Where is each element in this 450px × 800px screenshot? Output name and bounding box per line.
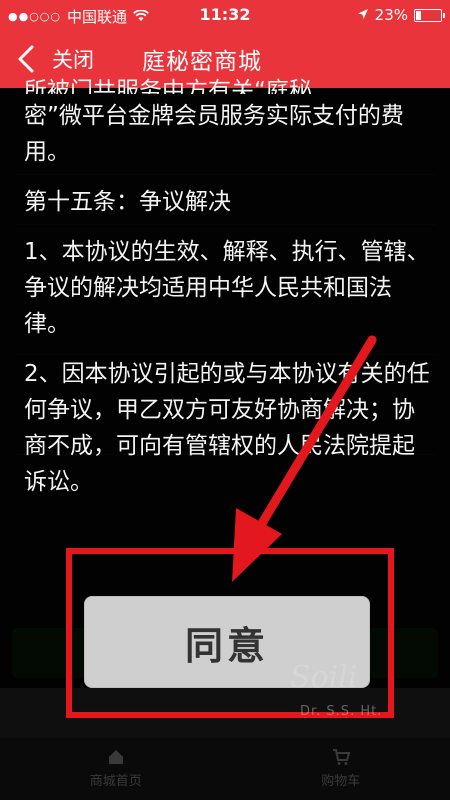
- battery-fill: [416, 10, 421, 20]
- status-bar: ●●○○○ 中国联通 11:32 23%: [0, 0, 450, 30]
- chevron-left-icon: [18, 45, 34, 73]
- home-icon: [108, 750, 123, 764]
- battery-percent: 23%: [374, 6, 408, 24]
- page-title: 庭秘密商城: [142, 49, 262, 75]
- bottom-tab-bar: 商城首页 购物车: [0, 738, 450, 800]
- watermark: Soili: [290, 660, 358, 695]
- terms-paragraph: 1、本协议的生效、解释、执行、管辖、争议的解决均适用中华人民共和国法律。: [24, 239, 430, 337]
- terms-heading: 第十五条：争议解决: [24, 189, 231, 215]
- watermark-sub: Dr. S.S. Ht.: [300, 704, 383, 719]
- location-arrow-icon: [357, 6, 369, 24]
- terms-paragraph: 密”微平台金牌会员服务实际支付的费用。: [24, 103, 404, 165]
- agreement-text[interactable]: 所被门共服务中方有关“庭秘 密”微平台金牌会员服务实际支付的费用。 第十五条：争…: [24, 78, 434, 514]
- tab-home-label: 商城首页: [89, 774, 142, 789]
- cart-icon: [332, 749, 350, 765]
- tab-home[interactable]: 商城首页: [90, 738, 142, 800]
- tab-cart[interactable]: 购物车: [321, 738, 360, 800]
- terms-fragment: 所被门共服务中方有关“庭秘: [24, 78, 312, 94]
- tab-cart-label: 购物车: [321, 774, 361, 789]
- terms-paragraph: 2、因本协议引起的或与本协议有关的任何争议，甲乙双方可友好协商解决；协商不成，可…: [24, 361, 430, 495]
- battery-icon: [414, 8, 445, 22]
- close-button[interactable]: 关闭: [52, 44, 94, 74]
